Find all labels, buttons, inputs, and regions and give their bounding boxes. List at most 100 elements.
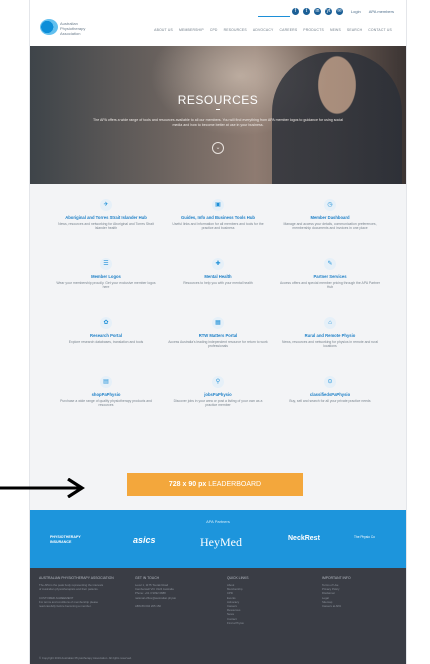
nav-item-resources[interactable]: RESOURCES <box>224 28 247 32</box>
utility-bar: f t in yt ✉ Login APA members <box>291 8 394 15</box>
resource-card-title[interactable]: Partner Services <box>274 274 386 279</box>
resource-card-title[interactable]: shopPaPhysio <box>50 392 162 397</box>
resource-card-icon: ◷ <box>324 199 336 211</box>
resource-card-icon: ✈ <box>100 199 112 211</box>
resource-card-description: Wear your membership proudly. Get your e… <box>56 281 156 290</box>
login-link[interactable]: Login <box>351 9 361 14</box>
web-page: Australian Physiotherapy Association f t… <box>30 0 406 664</box>
leaderboard-size: 728 x 90 px <box>168 481 207 488</box>
resource-card-title[interactable]: Mental Health <box>162 274 274 279</box>
nav-item-membership[interactable]: MEMBERSHIP <box>179 28 204 32</box>
resource-card[interactable]: ▦ RTW Matters Portal Access Australia's le… <box>162 308 274 363</box>
nav-item-careers[interactable]: CAREERS <box>280 28 298 32</box>
resource-card-title[interactable]: Aboriginal and Torres Strait Islander Hu… <box>50 215 162 220</box>
footer-about-heading: AUSTRALIAN PHYSIOTHERAPY ASSOCIATION <box>39 576 114 580</box>
resource-card[interactable]: ▤ shopPaPhysio Purchase a wide range of qu… <box>50 367 162 422</box>
resource-card[interactable]: ✿ Research Portal Explore research databas… <box>50 308 162 363</box>
hero-banner: RESOURCES The APA offers a wide range of… <box>30 46 406 184</box>
twitter-icon[interactable]: t <box>302 8 310 15</box>
partner-logo-heymed[interactable]: HeyMed <box>200 535 242 550</box>
leaderboard-ad[interactable]: 728 x 90 px LEADERBOARD <box>127 473 303 496</box>
partners-title: APA Partners <box>206 519 230 524</box>
resource-card[interactable]: ⚲ jobsPaPhysio Discover jobs in your area … <box>162 367 274 422</box>
annotation-arrow-icon <box>0 478 90 498</box>
nav-item-contact[interactable]: CONTACT US <box>368 28 392 32</box>
resource-card-icon: ✎ <box>324 258 336 270</box>
copyright: © Copyright 2019 Australian Physiotherap… <box>39 656 132 660</box>
resource-card-icon: ⌂ <box>324 317 336 329</box>
resource-card-title[interactable]: Rural and Remote Physio <box>274 333 386 338</box>
resource-card-description: News, resources and networking for physi… <box>282 340 378 349</box>
resource-card-description: Explore research databases, translation … <box>68 340 144 344</box>
site-footer: AUSTRALIAN PHYSIOTHERAPY ASSOCIATION The… <box>30 568 406 664</box>
hero-subtitle: The APA offers a wide range of tools and… <box>93 118 343 127</box>
resources-grid: ✈ Aboriginal and Torres Strait Islander H… <box>50 190 386 422</box>
site-header: Australian Physiotherapy Association f t… <box>30 0 406 46</box>
resource-card[interactable]: ◷ Member Dashboard Manage and access your … <box>274 190 386 245</box>
resource-card[interactable]: ▣ Guides, Info and Business Tools Hub Usef… <box>162 190 274 245</box>
footer-contact-heading: GET IN TOUCH <box>135 576 160 580</box>
resource-card-title[interactable]: jobsPaPhysio <box>162 392 274 397</box>
resource-card[interactable]: ✎ Partner Services Access offers and speci… <box>274 249 386 304</box>
leaderboard-label: LEADERBOARD <box>208 481 262 488</box>
resource-card-description: Useful links and information for all mem… <box>172 222 264 231</box>
resource-card[interactable]: ✚ Mental Health Resources to help you with… <box>162 249 274 304</box>
footer-col-info: IMPORTANT INFO Terms of Use Privacy Polic… <box>322 576 392 608</box>
linkedin-icon[interactable]: in <box>313 8 321 15</box>
resource-card-title[interactable]: classifiedsPaPhysio <box>274 392 386 397</box>
nav-item-news[interactable]: NEWS <box>330 28 341 32</box>
partner-logo-asics[interactable]: asics <box>133 535 156 545</box>
apa-logo-text: Australian Physiotherapy Association <box>60 21 86 36</box>
resource-card[interactable]: ☰ Member Logos Wear your membership proudl… <box>50 249 162 304</box>
resource-card-icon: ✿ <box>100 317 112 329</box>
resource-card-description: Purchase a wide range of quality physiot… <box>60 399 152 408</box>
resource-card-icon: ▦ <box>212 317 224 329</box>
resource-card-description: Manage and access your details, communic… <box>283 222 377 231</box>
footer-link[interactable]: Find a Physio <box>227 621 287 625</box>
resource-card-icon: ☰ <box>100 258 112 270</box>
nav-item-advocacy[interactable]: ADVOCACY <box>253 28 274 32</box>
nav-active-indicator <box>258 16 290 17</box>
apa-logo[interactable]: Australian Physiotherapy Association <box>40 19 100 37</box>
resource-card-description: Buy, sell and search for all your privat… <box>289 399 371 403</box>
resource-card-icon: ✚ <box>212 258 224 270</box>
footer-col-quick-links: QUICK LINKS About Membership CPD Events Advo… <box>227 576 287 625</box>
partner-logo-insurance[interactable]: PHYSIOTHERAPY INSURANCE <box>50 535 102 544</box>
resource-card-title[interactable]: Research Portal <box>50 333 162 338</box>
resource-card-title[interactable]: RTW Matters Portal <box>162 333 274 338</box>
resource-card-description: Access offers and special member pricing… <box>280 281 380 290</box>
footer-info-link[interactable]: Careers at APA <box>322 604 392 608</box>
nav-item-products[interactable]: PRODUCTS <box>303 28 324 32</box>
partner-logo-neckrest[interactable]: NeckRest <box>288 535 320 542</box>
footer-about-line: read carefully before becoming a member. <box>39 604 92 609</box>
nav-item-search[interactable]: SEARCH <box>347 28 362 32</box>
resource-card-icon: ⚲ <box>212 376 224 388</box>
footer-info-heading: IMPORTANT INFO <box>322 576 351 580</box>
nav-item-about[interactable]: ABOUT US <box>154 28 173 32</box>
resource-card-title[interactable]: Member Dashboard <box>274 215 386 220</box>
partners-band: APA Partners PHYSIOTHERAPY INSURANCE asi… <box>30 510 406 568</box>
members-link[interactable]: APA members <box>369 9 394 14</box>
main-nav: ABOUT US MEMBERSHIP CPD RESOURCES ADVOCA… <box>154 28 392 32</box>
resource-card-description: News, resources and networking for Abori… <box>58 222 154 231</box>
resource-card-icon: ▣ <box>212 199 224 211</box>
resource-card[interactable]: ✈ Aboriginal and Torres Strait Islander H… <box>50 190 162 245</box>
apa-logo-mark <box>40 19 58 35</box>
resource-card-title[interactable]: Guides, Info and Business Tools Hub <box>162 215 274 220</box>
youtube-icon[interactable]: yt <box>324 8 332 15</box>
resource-card-description: Discover jobs in your area or post a lis… <box>173 399 263 408</box>
nav-item-cpd[interactable]: CPD <box>210 28 218 32</box>
resource-card-title[interactable]: Member Logos <box>50 274 162 279</box>
footer-links-heading: QUICK LINKS <box>227 576 249 580</box>
resource-card-description: Resources to help you with your mental h… <box>183 281 253 285</box>
footer-col-about: AUSTRALIAN PHYSIOTHERAPY ASSOCIATION The… <box>39 576 119 608</box>
resource-card[interactable]: ⊙ classifiedsPaPhysio Buy, sell and search… <box>274 367 386 422</box>
email-icon[interactable]: ✉ <box>335 8 343 15</box>
footer-contact-line: ABN 89 004 265 150 <box>135 604 161 609</box>
title-divider <box>216 109 220 110</box>
partner-logo-physio-co[interactable]: The Physio Co <box>354 535 394 539</box>
resource-card[interactable]: ⌂ Rural and Remote Physio News, resources … <box>274 308 386 363</box>
facebook-icon[interactable]: f <box>291 8 299 15</box>
scroll-down-icon[interactable]: ⌄ <box>212 142 224 154</box>
resource-card-icon: ⊙ <box>324 376 336 388</box>
